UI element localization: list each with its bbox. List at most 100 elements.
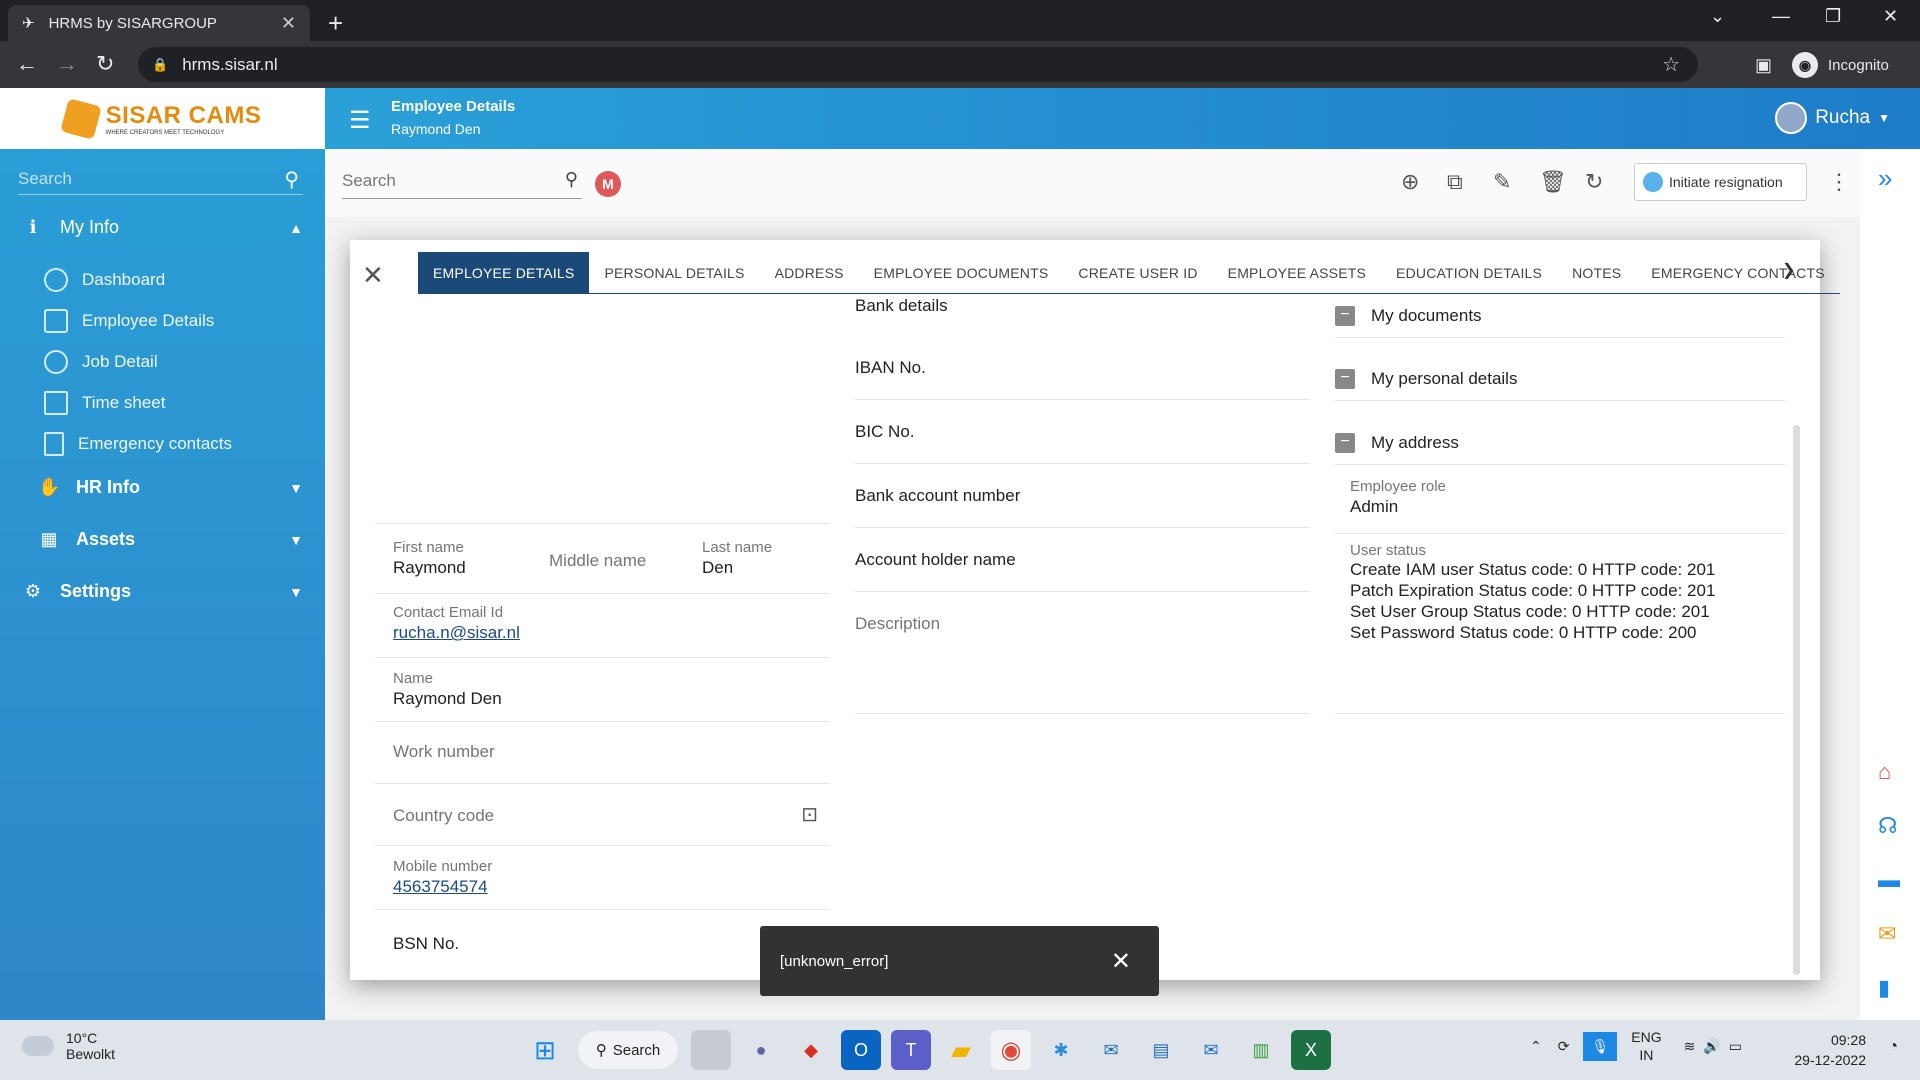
sidebar-item-hr-info[interactable]: ✋ HR Info ▼: [38, 477, 325, 498]
initiate-resignation-button[interactable]: Initiate resignation: [1634, 163, 1807, 201]
chevron-right-icon[interactable]: ❯: [1782, 260, 1795, 280]
lookup-icon[interactable]: ⊡: [801, 802, 818, 827]
book-icon[interactable]: ▮: [1878, 975, 1890, 1001]
tab-search-icon[interactable]: ⌄: [1710, 6, 1725, 27]
email-field[interactable]: Contact Email Id rucha.n@sisar.nl: [375, 594, 830, 658]
notification-icon[interactable]: ◔: [1888, 1038, 1898, 1056]
weather-widget[interactable]: 10°C Bewolkt: [22, 1030, 115, 1062]
description-field[interactable]: Description: [855, 594, 1310, 714]
edit-icon[interactable]: ✎: [1493, 169, 1511, 195]
tab-employee-assets[interactable]: EMPLOYEE ASSETS: [1213, 252, 1381, 294]
chat-icon[interactable]: ▬: [1878, 867, 1900, 893]
clock[interactable]: 09:28 29-12-2022: [1794, 1030, 1866, 1070]
hamburger-menu-icon[interactable]: ☰: [349, 106, 371, 135]
tab-emergency-contacts[interactable]: EMERGENCY CONTACTS: [1636, 252, 1839, 294]
copy-icon[interactable]: ⧉: [1447, 169, 1463, 195]
work-number-field[interactable]: Work number: [375, 722, 830, 784]
chevron-up-icon[interactable]: ⌃: [1530, 1038, 1542, 1055]
sidebar-item-time-sheet[interactable]: Time sheet: [44, 391, 165, 415]
task-view-icon[interactable]: [691, 1030, 731, 1070]
wifi-icon[interactable]: ≋: [1684, 1038, 1696, 1055]
bank-account-field[interactable]: Bank account number: [855, 466, 1310, 528]
close-tab-icon[interactable]: ✕: [281, 13, 296, 34]
bic-field[interactable]: BIC No.: [855, 402, 1310, 464]
tab-employee-documents[interactable]: EMPLOYEE DOCUMENTS: [859, 252, 1064, 294]
pdf-app-icon[interactable]: ◆: [791, 1030, 831, 1070]
country-code-field[interactable]: Country code ⊡: [375, 784, 830, 846]
tab-notes[interactable]: NOTES: [1557, 252, 1636, 294]
browser-menu-icon[interactable]: ⋮: [1915, 55, 1920, 76]
more-options-icon[interactable]: ⋮: [1828, 169, 1850, 195]
accordion-my-address[interactable]: − My address: [1335, 421, 1785, 465]
sidebar-search-input[interactable]: Search ⚲: [18, 165, 303, 195]
mobile-link[interactable]: 4563754574: [393, 877, 812, 897]
app-logo[interactable]: SISAR CAMS WHERE CREATORS MEET TECHNOLOG…: [0, 88, 325, 149]
incognito-indicator[interactable]: ▣ ◉ Incognito ⋮: [1755, 49, 1920, 81]
tab-address[interactable]: ADDRESS: [760, 252, 859, 294]
language-indicator[interactable]: ENG IN: [1631, 1028, 1661, 1064]
forward-icon[interactable]: →: [56, 51, 78, 77]
browser-tab[interactable]: ✈ HRMS by SISARGROUP ✕: [8, 5, 310, 41]
mail-app-icon[interactable]: ✉: [1091, 1030, 1131, 1070]
sync-icon[interactable]: ⟳: [1558, 1038, 1570, 1055]
filter-badge[interactable]: M: [595, 171, 621, 197]
email-client-icon[interactable]: ✉: [1191, 1030, 1231, 1070]
user-menu[interactable]: Rucha ▼: [1775, 102, 1890, 134]
last-name-field[interactable]: Last name Den: [702, 539, 772, 578]
windows-start-icon[interactable]: ⊞: [525, 1030, 565, 1070]
home-icon[interactable]: ⌂: [1878, 759, 1891, 785]
notepad-icon[interactable]: ▤: [1141, 1030, 1181, 1070]
tab-employee-details[interactable]: EMPLOYEE DETAILS: [418, 252, 590, 294]
mail-icon[interactable]: ✉: [1878, 921, 1896, 947]
minimize-button[interactable]: —: [1772, 6, 1790, 27]
collapse-icon[interactable]: −: [1335, 432, 1355, 453]
full-name-field[interactable]: Name Raymond Den: [375, 658, 830, 722]
collapse-icon[interactable]: −: [1335, 305, 1355, 326]
outlook-icon[interactable]: O: [841, 1030, 881, 1070]
search-icon[interactable]: ⚲: [284, 167, 299, 192]
mobile-number-field[interactable]: Mobile number 4563754574: [375, 846, 830, 910]
iban-field[interactable]: IBAN No.: [855, 338, 1310, 400]
accordion-my-personal-details[interactable]: − My personal details: [1335, 357, 1785, 401]
microphone-icon[interactable]: 🎙: [1583, 1031, 1618, 1061]
middle-name-field[interactable]: Middle name: [549, 551, 646, 571]
sidebar-item-settings[interactable]: ⚙ Settings ▼: [22, 581, 325, 602]
bookmark-star-icon[interactable]: ☆: [1662, 52, 1680, 77]
back-icon[interactable]: ←: [16, 51, 38, 77]
teams-chat-icon[interactable]: ●: [741, 1030, 781, 1070]
sidebar-item-my-info[interactable]: ℹ My Info ▲: [22, 217, 325, 238]
chrome-icon[interactable]: ◉: [991, 1030, 1031, 1070]
search-icon[interactable]: ⚲: [565, 169, 578, 190]
sidebar-item-employee-details[interactable]: Employee Details: [44, 309, 214, 333]
close-icon[interactable]: ✕: [1111, 947, 1131, 976]
reload-icon[interactable]: ↻: [96, 51, 114, 77]
refresh-icon[interactable]: ↻: [1585, 169, 1603, 195]
new-tab-button[interactable]: +: [328, 8, 343, 39]
excel-icon[interactable]: X: [1291, 1030, 1331, 1070]
file-explorer-icon[interactable]: ▰: [941, 1030, 981, 1070]
delete-icon[interactable]: 🗑: [1539, 169, 1567, 195]
sidebar-item-job-detail[interactable]: Job Detail: [44, 350, 158, 374]
dialog-scrollbar[interactable]: [1793, 425, 1800, 975]
sidebar-item-assets[interactable]: ▦ Assets ▼: [38, 529, 325, 550]
battery-icon[interactable]: ▭: [1729, 1038, 1742, 1055]
collapse-icon[interactable]: −: [1335, 368, 1355, 389]
tab-personal-details[interactable]: PERSONAL DETAILS: [589, 252, 759, 294]
headset-icon[interactable]: ☊: [1878, 813, 1898, 839]
teams-icon[interactable]: T: [891, 1030, 931, 1070]
first-name-field[interactable]: First name Raymond: [393, 539, 466, 578]
close-window-button[interactable]: ✕: [1883, 6, 1898, 27]
network-app-icon[interactable]: ✱: [1041, 1030, 1081, 1070]
account-holder-field[interactable]: Account holder name: [855, 530, 1310, 592]
accordion-my-documents[interactable]: − My documents: [1335, 294, 1785, 338]
sidebar-item-emergency-contacts[interactable]: Emergency contacts: [44, 432, 232, 456]
sidepanel-icon[interactable]: ▣: [1755, 55, 1772, 76]
taskbar-search-button[interactable]: ⚲ Search: [578, 1031, 678, 1069]
tab-education-details[interactable]: EDUCATION DETAILS: [1381, 252, 1557, 294]
sidebar-item-dashboard[interactable]: Dashboard: [44, 268, 165, 292]
tab-create-user-id[interactable]: CREATE USER ID: [1063, 252, 1212, 294]
employee-search-input[interactable]: Search ⚲: [342, 167, 582, 199]
bsn-field[interactable]: BSN No.: [393, 934, 459, 954]
restore-button[interactable]: ❐: [1825, 6, 1841, 27]
url-field[interactable]: 🔒 hrms.sisar.nl ☆: [138, 47, 1698, 82]
